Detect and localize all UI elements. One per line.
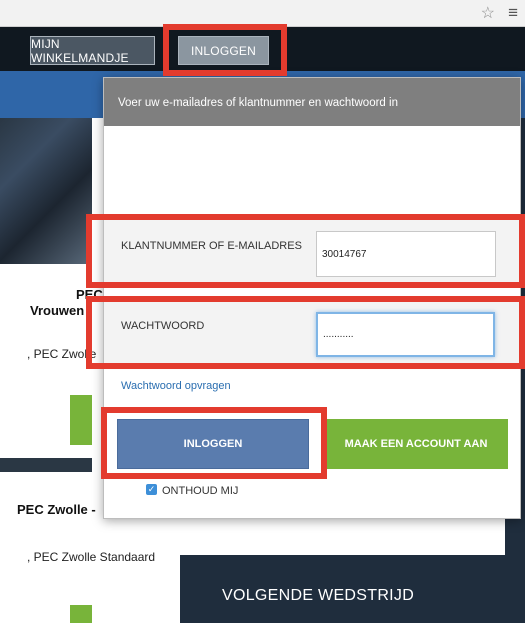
product-title-2: PEC Zwolle -	[17, 502, 96, 517]
highlight-login-button	[101, 407, 327, 479]
my-cart-button[interactable]: MIJN WINKELMANDJE	[30, 36, 155, 65]
highlight-login-nav	[163, 24, 287, 76]
product-photo-2	[0, 458, 92, 472]
remember-me[interactable]: ✓ ONTHOUD MIJ	[146, 483, 239, 497]
product-photo	[0, 118, 92, 264]
remember-me-label: ONTHOUD MIJ	[162, 485, 239, 497]
highlight-password-field	[86, 296, 525, 369]
browser-menu-icon[interactable]: ≡	[508, 3, 518, 23]
remember-me-checkbox[interactable]: ✓	[146, 483, 157, 495]
product-title-line2: Vrouwen	[30, 303, 85, 318]
create-account-button[interactable]: MAAK EEN ACCOUNT AAN	[324, 419, 508, 469]
highlight-customer-field	[86, 214, 525, 288]
login-instructions: Voer uw e-mailadres of klantnummer en wa…	[104, 78, 520, 126]
product-button-2[interactable]	[70, 605, 92, 623]
next-match-heading: VOLGENDE WEDSTRIJD	[222, 587, 415, 604]
browser-toolbar: ☆ ≡	[0, 0, 525, 27]
bookmark-star-icon[interactable]: ☆	[481, 3, 495, 23]
product-button[interactable]	[70, 395, 92, 445]
product-subtitle-2: , PEC Zwolle Standaard	[27, 550, 156, 564]
forgot-password-link[interactable]: Wachtwoord opvragen	[121, 380, 231, 392]
